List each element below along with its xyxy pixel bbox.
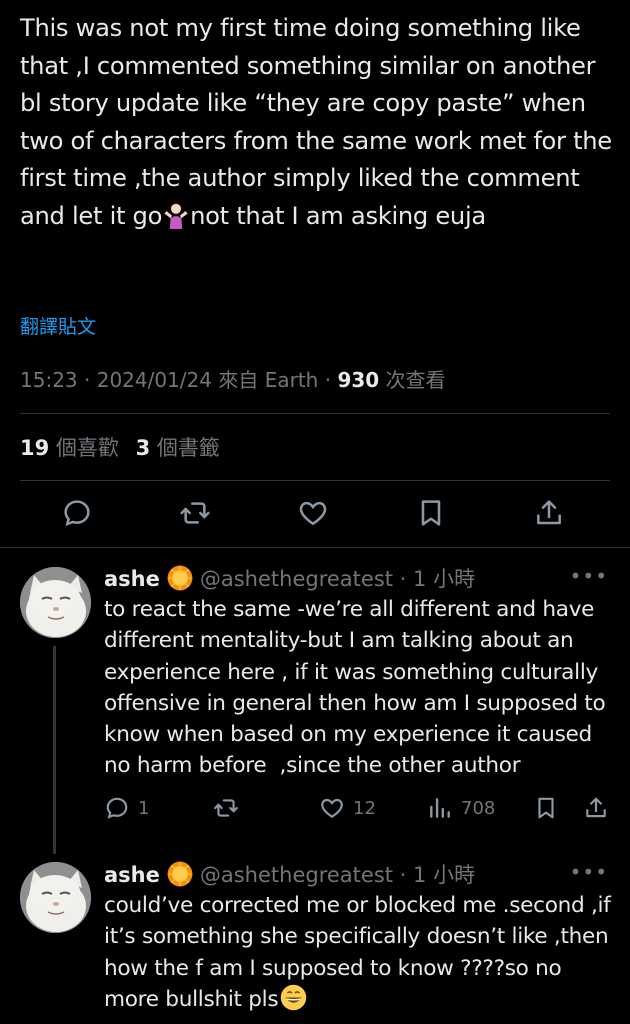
reply-views-button[interactable]: 708 — [427, 795, 495, 821]
reply-handle[interactable]: @ashethegreatest — [200, 863, 393, 887]
reply-handle[interactable]: @ashethegreatest — [200, 567, 393, 591]
reply-author-name[interactable]: ashe — [104, 863, 160, 887]
avatar[interactable] — [20, 862, 91, 933]
bookmark-icon — [538, 797, 554, 819]
retweet-button[interactable] — [177, 495, 213, 531]
views-count: 930 — [337, 368, 380, 392]
white-cat-avatar-image — [20, 567, 91, 638]
reply-bookmark-button[interactable] — [533, 795, 559, 821]
divider — [0, 547, 630, 548]
reply-share-button[interactable] — [583, 795, 609, 821]
tweet-text: This was not my first time doing somethi… — [20, 14, 620, 230]
share-icon — [537, 500, 561, 525]
views-chart-icon — [430, 798, 450, 818]
divider — [20, 413, 610, 414]
white-cat-avatar-image — [20, 862, 91, 933]
reply-like-button[interactable]: 12 — [319, 795, 376, 821]
reply-retweet-button[interactable] — [213, 795, 239, 821]
person-shrugging-emoji — [164, 203, 188, 229]
tweet-source: 來自 Earth — [218, 368, 319, 392]
views-label: 次查看 — [385, 368, 446, 392]
reply-time[interactable]: 1 小時 — [413, 567, 475, 591]
bookmark-button[interactable] — [413, 495, 449, 531]
tweet-text-end: not that I am asking euja — [190, 201, 486, 230]
reply-icon — [106, 797, 128, 819]
sun-emoji — [167, 565, 193, 591]
translate-post-link[interactable]: 翻譯貼文 — [20, 312, 96, 339]
reply-header: ashe @ashethegreatest · 1 小時 — [104, 563, 475, 593]
bookmark-icon — [421, 500, 441, 526]
share-icon — [586, 797, 606, 818]
retweet-icon — [180, 502, 210, 524]
reply-button[interactable] — [59, 495, 95, 531]
share-button[interactable] — [531, 495, 567, 531]
tweet-meta: 15:23 · 2024/01/24 來自 Earth · 930 次查看 — [20, 368, 446, 392]
tweet-date[interactable]: 2024/01/24 — [97, 368, 212, 392]
avatar[interactable] — [20, 567, 91, 638]
sun-emoji — [167, 861, 193, 887]
reply-text: to react the same -we’re all different a… — [104, 597, 612, 779]
tweet-time[interactable]: 15:23 — [20, 368, 78, 392]
like-icon — [299, 501, 327, 526]
likes-stat[interactable]: 19 個喜歡 — [20, 436, 119, 460]
thread-line — [53, 646, 56, 854]
grinning-face-emoji — [281, 984, 307, 1011]
reply-reply-button[interactable]: 1 — [104, 795, 149, 821]
reply-text: could’ve corrected me or blocked me .sec… — [104, 893, 618, 1012]
like-button[interactable] — [295, 495, 331, 531]
reply-time[interactable]: 1 小時 — [413, 863, 475, 887]
reply-count: 1 — [138, 797, 150, 819]
like-icon — [321, 798, 343, 818]
bookmarks-stat[interactable]: 3 個書籤 — [136, 436, 220, 460]
more-options-icon[interactable]: ••• — [570, 860, 608, 884]
retweet-icon — [214, 799, 238, 817]
tweet-body: This was not my first time doing somethi… — [20, 10, 616, 236]
like-count: 12 — [353, 797, 376, 819]
engagement-stats: 19 個喜歡 3 個書籤 — [20, 432, 220, 462]
reply-icon — [64, 500, 90, 527]
divider — [20, 480, 610, 481]
view-count: 708 — [461, 797, 496, 819]
more-options-icon[interactable]: ••• — [570, 564, 608, 588]
reply-header: ashe @ashethegreatest · 1 小時 — [104, 859, 475, 889]
reply-author-name[interactable]: ashe — [104, 567, 160, 591]
